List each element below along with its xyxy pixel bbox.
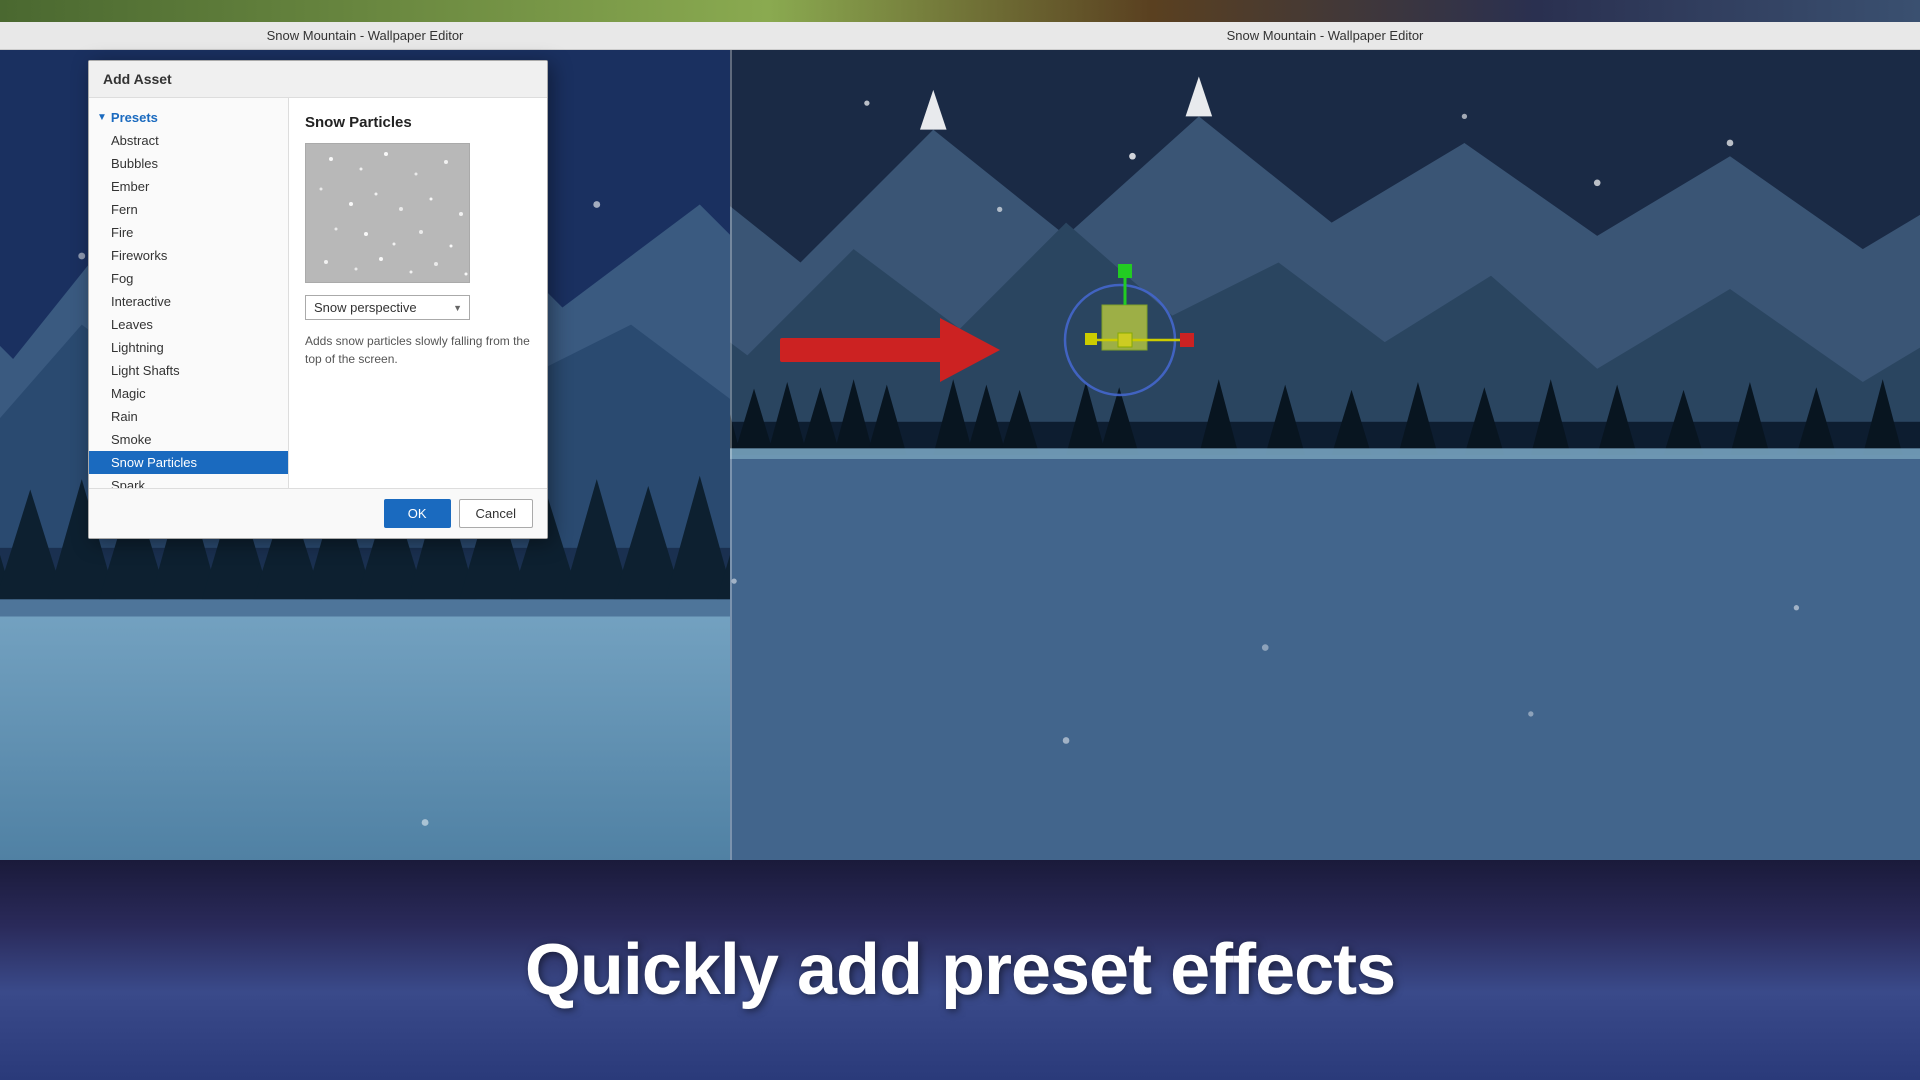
transform-gizmo[interactable] — [1050, 250, 1210, 415]
preset-preview-image — [305, 143, 470, 283]
title-text-right: Snow Mountain - Wallpaper Editor — [1227, 28, 1424, 43]
title-text-left: Snow Mountain - Wallpaper Editor — [267, 28, 464, 43]
sidebar-item-magic[interactable]: Magic — [89, 382, 288, 405]
dialog-body: ▼ Presets Abstract Bubbles Ember Fern Fi… — [89, 98, 547, 488]
sidebar-item-rain[interactable]: Rain — [89, 405, 288, 428]
red-arrow-indicator — [780, 310, 1000, 395]
sidebar-item-interactive[interactable]: Interactive — [89, 290, 288, 313]
dropdown-wrapper[interactable]: Snow perspective — [305, 295, 470, 320]
right-wallpaper-bg — [730, 50, 1920, 860]
sidebar-item-abstract[interactable]: Abstract — [89, 129, 288, 152]
preset-variant-dropdown[interactable]: Snow perspective — [305, 295, 470, 320]
bottom-caption-text: Quickly add preset effects — [525, 929, 1395, 1011]
content-title: Snow Particles — [305, 114, 531, 131]
bottom-caption-bar: Quickly add preset effects — [0, 860, 1920, 1080]
presets-label: Presets — [111, 110, 158, 125]
sidebar-item-fern[interactable]: Fern — [89, 198, 288, 221]
sidebar-item-leaves[interactable]: Leaves — [89, 313, 288, 336]
sidebar-item-smoke[interactable]: Smoke — [89, 428, 288, 451]
ok-button[interactable]: OK — [384, 499, 451, 528]
sidebar-item-fire[interactable]: Fire — [89, 221, 288, 244]
sidebar-item-ember[interactable]: Ember — [89, 175, 288, 198]
sidebar-item-snow-particles[interactable]: Snow Particles — [89, 451, 288, 474]
cancel-button[interactable]: Cancel — [459, 499, 533, 528]
preview-svg — [306, 144, 470, 283]
dialog-right-content: Snow Particles — [289, 98, 547, 488]
sidebar-item-spark[interactable]: Spark — [89, 474, 288, 488]
sidebar-item-bubbles[interactable]: Bubbles — [89, 152, 288, 175]
sidebar-item-fog[interactable]: Fog — [89, 267, 288, 290]
right-mountain-svg — [730, 50, 1920, 860]
presets-arrow-icon: ▼ — [97, 112, 107, 123]
title-bar-right: Snow Mountain - Wallpaper Editor — [730, 22, 1920, 50]
dialog-footer: OK Cancel — [89, 488, 547, 538]
add-asset-dialog: Add Asset ▼ Presets Abstract Bubbles Emb… — [88, 60, 548, 539]
title-bar-left: Snow Mountain - Wallpaper Editor — [0, 22, 730, 50]
sidebar-item-lightning[interactable]: Lightning — [89, 336, 288, 359]
sidebar-item-light-shafts[interactable]: Light Shafts — [89, 359, 288, 382]
dialog-sidebar[interactable]: ▼ Presets Abstract Bubbles Ember Fern Fi… — [89, 98, 289, 488]
sidebar-item-fireworks[interactable]: Fireworks — [89, 244, 288, 267]
top-decorative-strip — [0, 0, 1920, 22]
dropdown-row: Snow perspective — [305, 295, 531, 320]
panel-divider — [730, 50, 732, 860]
dialog-title: Add Asset — [89, 61, 547, 98]
presets-section-header[interactable]: ▼ Presets — [89, 106, 288, 129]
preset-description: Adds snow particles slowly falling from … — [305, 332, 531, 368]
